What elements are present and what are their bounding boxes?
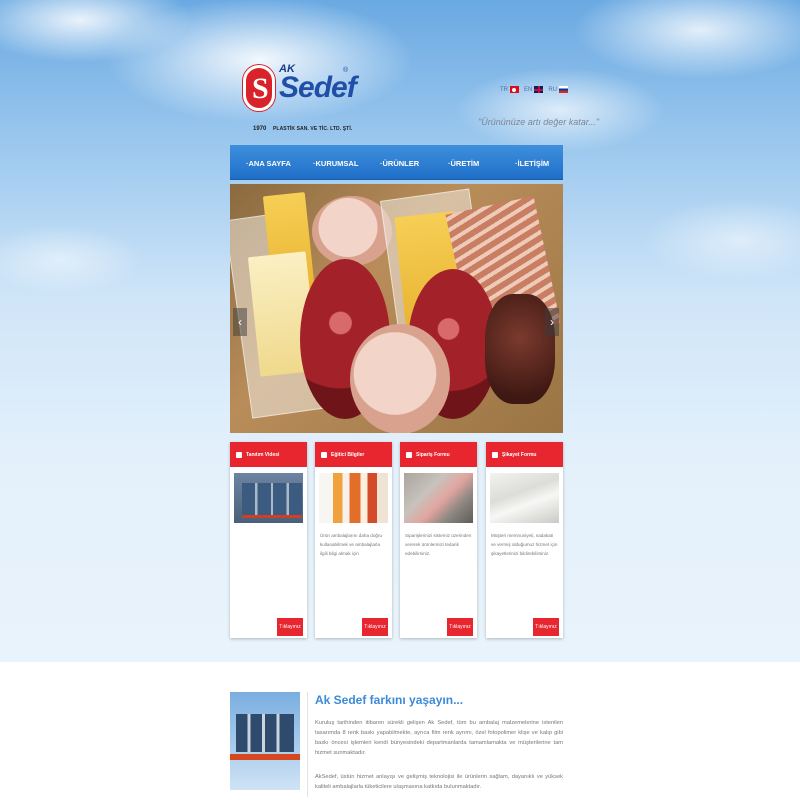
card-text: Müşteri memnuniyeti, sadakati ve vermiş … [491, 533, 558, 556]
card-text: Siparişlerinizi sistemiz üzerinden verer… [405, 533, 472, 556]
card-button[interactable]: Tıklayınız [447, 618, 473, 636]
divider [307, 692, 308, 797]
card-button[interactable]: Tıklayınız [362, 618, 388, 636]
logo-mark-icon: S [243, 65, 275, 111]
nav-item-contact[interactable]: ·İLETİŞİM [515, 159, 549, 168]
about-title: Ak Sedef farkını yaşayın... [315, 693, 464, 707]
card-image [234, 473, 303, 523]
main-nav: ·ANA SAYFA ·KURUMSAL ·ÜRÜNLER ·ÜRETİM ·İ… [230, 145, 563, 180]
flag-tr-icon [510, 86, 519, 93]
nav-item-products[interactable]: ·ÜRÜNLER [380, 159, 419, 168]
card-button[interactable]: Tıklayınız [277, 618, 303, 636]
flag-ru-icon [559, 86, 569, 93]
flag-en-icon [534, 86, 544, 93]
hero-slider-image [230, 184, 563, 433]
card-title: Sipariş Formu [416, 451, 450, 458]
card-header: Sipariş Formu [400, 442, 477, 467]
card-complaint: Şikayet Formu Müşteri memnuniyeti, sadak… [486, 442, 563, 638]
language-code: EN [524, 86, 533, 93]
company-logo[interactable]: S AK Sedef ® 1970 PLASTİK SAN. VE TİC. L… [243, 63, 363, 137]
card-image [490, 473, 559, 523]
card-header: Şikayet Formu [486, 442, 563, 467]
nav-item-corporate[interactable]: ·KURUMSAL [313, 159, 358, 168]
card-title: Tanıtım Videsi [246, 451, 280, 458]
card-button[interactable]: Tıklayınız [533, 618, 559, 636]
ham-slice [350, 324, 450, 433]
nav-item-production[interactable]: ·ÜRETİM [448, 159, 479, 168]
about-paragraph: Kuruluş tarihinden itibaren sürekli geli… [315, 720, 563, 756]
language-tr[interactable]: TR [500, 86, 519, 93]
logo-name: Sedef [279, 71, 357, 104]
card-video: Tanıtım Videsi Tıklayınız [230, 442, 307, 638]
card-order: Sipariş Formu Siparişlerinizi sistemiz ü… [400, 442, 477, 638]
slider-next-button[interactable]: › [545, 308, 559, 336]
slider-prev-button[interactable]: ‹ [233, 308, 247, 336]
nav-item-home[interactable]: ·ANA SAYFA [246, 159, 291, 168]
book-icon [321, 451, 327, 458]
logo-registered: ® [343, 67, 349, 74]
document-icon [492, 451, 498, 458]
slogan: "Ürününüze artı değer katar..." [478, 117, 600, 127]
language-code: TR [500, 86, 508, 93]
language-ru[interactable]: RU [548, 86, 569, 93]
language-switcher: TR EN RU [500, 86, 569, 93]
card-info: Eğitici Bilgiler Ürün ambalajlarını daha… [315, 442, 392, 638]
card-image [404, 473, 473, 523]
language-code: RU [548, 86, 558, 93]
card-text: Ürün ambalajlarını daha doğru kullanabil… [320, 533, 383, 556]
cart-icon [406, 451, 412, 458]
about-paragraph: AkSedef, üstün hizmet anlayışı ve gelişm… [315, 774, 563, 790]
card-title: Eğitici Bilgiler [331, 451, 365, 458]
card-header: Eğitici Bilgiler [315, 442, 392, 467]
logo-year: 1970 [253, 126, 267, 132]
logo-subtitle: PLASTİK SAN. VE TİC. LTD. ŞTİ. [273, 126, 353, 132]
card-header: Tanıtım Videsi [230, 442, 307, 467]
card-image [319, 473, 388, 523]
card-title: Şikayet Formu [502, 451, 537, 458]
language-en[interactable]: EN [524, 86, 544, 93]
logo-letter: S [252, 72, 269, 105]
about-building-image [230, 692, 300, 790]
video-icon [236, 451, 242, 458]
